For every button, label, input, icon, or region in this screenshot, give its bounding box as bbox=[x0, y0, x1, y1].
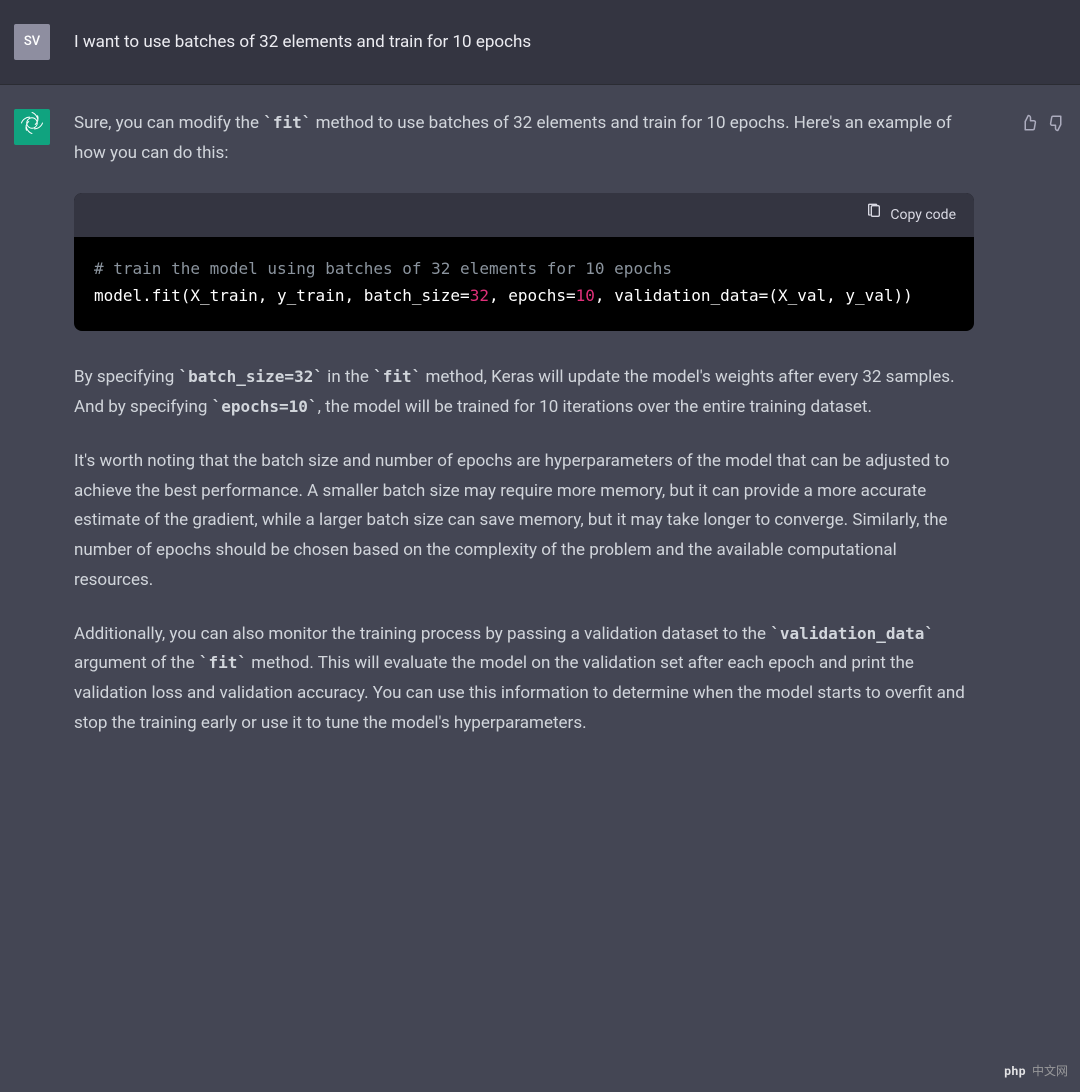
thumbs-up-icon[interactable] bbox=[1020, 113, 1038, 739]
assistant-paragraph: Sure, you can modify the `fit` method to… bbox=[74, 109, 974, 169]
user-avatar: SV bbox=[14, 24, 50, 60]
inline-code: `batch_size=32` bbox=[178, 367, 323, 386]
code-block-header: Copy code bbox=[74, 193, 974, 238]
assistant-content: Sure, you can modify the `fit` method to… bbox=[74, 109, 982, 739]
code-comment: # train the model using batches of 32 el… bbox=[94, 259, 672, 278]
copy-code-button[interactable]: Copy code bbox=[866, 203, 956, 228]
feedback-buttons bbox=[1006, 109, 1066, 739]
text: Additionally, you can also monitor the t… bbox=[74, 624, 770, 644]
watermark-text: 中文网 bbox=[1032, 1061, 1068, 1082]
code-block: Copy code # train the model using batche… bbox=[74, 193, 974, 332]
inline-code: `epochs=10` bbox=[212, 397, 318, 416]
text: in the bbox=[323, 367, 373, 387]
inline-code: `fit` bbox=[263, 113, 311, 132]
inline-code: `validation_data` bbox=[770, 624, 934, 643]
text: , the model will be trained for 10 itera… bbox=[318, 397, 872, 417]
assistant-message: Sure, you can modify the `fit` method to… bbox=[0, 85, 1080, 771]
assistant-paragraph: By specifying `batch_size=32` in the `fi… bbox=[74, 363, 974, 423]
inline-code: `fit` bbox=[199, 653, 247, 672]
copy-code-label: Copy code bbox=[890, 203, 956, 228]
code-content[interactable]: # train the model using batches of 32 el… bbox=[74, 237, 974, 331]
openai-logo-icon bbox=[20, 111, 44, 144]
thumbs-down-icon[interactable] bbox=[1048, 113, 1066, 739]
user-message: SV I want to use batches of 32 elements … bbox=[0, 0, 1080, 85]
assistant-paragraph: Additionally, you can also monitor the t… bbox=[74, 620, 974, 739]
assistant-avatar bbox=[14, 109, 50, 145]
code-text: , epochs= bbox=[489, 286, 576, 305]
watermark: php 中文网 bbox=[1004, 1061, 1068, 1082]
text: argument of the bbox=[74, 653, 199, 673]
inline-code: `fit` bbox=[373, 367, 421, 386]
text: Sure, you can modify the bbox=[74, 113, 263, 133]
spacer bbox=[1006, 24, 1066, 60]
watermark-brand: php bbox=[1004, 1061, 1026, 1082]
code-text: model.fit(X_train, y_train, batch_size= bbox=[94, 286, 470, 305]
user-avatar-initials: SV bbox=[24, 31, 40, 54]
clipboard-icon bbox=[866, 203, 882, 228]
code-number: 10 bbox=[576, 286, 595, 305]
assistant-paragraph: It's worth noting that the batch size an… bbox=[74, 447, 974, 596]
user-message-text: I want to use batches of 32 elements and… bbox=[74, 24, 982, 60]
text: By specifying bbox=[74, 367, 178, 387]
code-text: , validation_data=(X_val, y_val)) bbox=[595, 286, 913, 305]
code-number: 32 bbox=[470, 286, 489, 305]
